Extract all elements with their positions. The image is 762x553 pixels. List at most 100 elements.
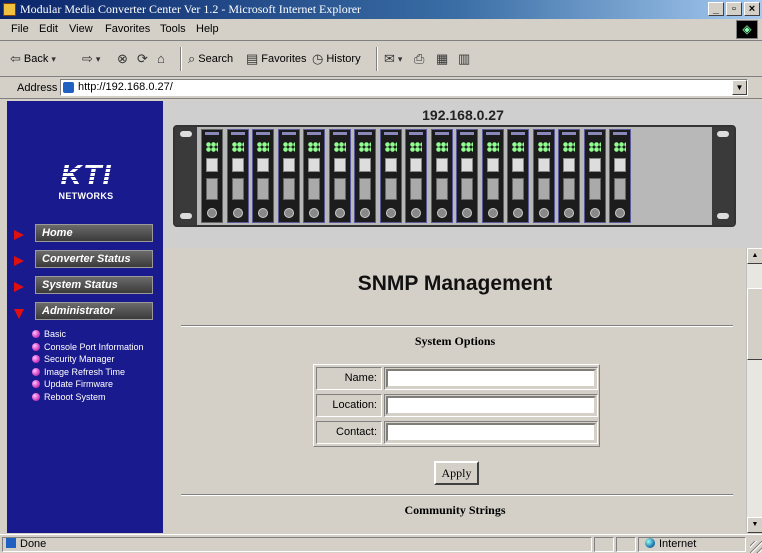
window-title-bar: Modular Media Converter Center Ver 1.2 -… [0, 0, 762, 19]
converter-card[interactable] [226, 129, 249, 223]
name-label: Name: [316, 367, 382, 390]
standard-toolbar: ⇦ Back ▾ ⇨ ▾ ⊗ ⟳ ⌂ ⌕ Search ▤ Favorites … [0, 41, 762, 77]
stop-button[interactable]: ⊗ [117, 51, 128, 67]
toolbar-separator [376, 47, 378, 71]
back-button[interactable]: ⇦ Back ▾ [10, 51, 56, 67]
converter-card[interactable] [277, 129, 300, 223]
converter-card[interactable] [481, 129, 504, 223]
resize-grip[interactable] [750, 541, 762, 553]
history-icon: ◷ [312, 51, 324, 66]
forward-button[interactable]: ⇨ ▾ [82, 51, 100, 67]
zone-panel: Internet [638, 537, 746, 552]
menu-help[interactable]: Help [196, 23, 219, 35]
admin-link-label: Console Port Information [44, 341, 144, 352]
converter-card[interactable] [354, 129, 376, 223]
bullet-icon [32, 330, 40, 339]
converter-chassis-image[interactable] [173, 125, 736, 227]
converter-card[interactable] [532, 129, 555, 223]
converter-card[interactable] [303, 129, 325, 223]
apply-button[interactable]: Apply [434, 461, 479, 485]
converter-card[interactable] [583, 129, 606, 223]
kti-logo: KTI NETWORKS [55, 161, 117, 202]
nav-home-label: Home [35, 224, 153, 242]
page-title: SNMP Management [357, 272, 553, 295]
status-panel-empty [594, 537, 614, 552]
device-panel: 192.168.0.27 [163, 101, 762, 249]
zone-label: Internet [659, 538, 697, 550]
nav-converter-status[interactable]: Converter Status [14, 250, 160, 270]
admin-link-label: Security Manager [44, 354, 115, 365]
admin-link-image-refresh[interactable]: Image Refresh Time [32, 366, 144, 379]
print-button[interactable]: ⎙ [414, 51, 424, 67]
print-icon: ⎙ [414, 51, 425, 66]
contact-field[interactable] [386, 423, 596, 442]
menu-view[interactable]: View [69, 23, 93, 35]
edit-button[interactable]: ▦ [436, 51, 448, 67]
community-strings-title: Community Strings [404, 503, 506, 517]
menu-file[interactable]: File [11, 23, 29, 35]
admin-link-basic[interactable]: Basic [32, 328, 144, 341]
arrow-right-icon [14, 282, 24, 292]
favorites-label: Favorites [261, 53, 307, 65]
menu-tools[interactable]: Tools [160, 23, 186, 35]
back-dropdown-icon: ▾ [51, 53, 56, 64]
mail-dropdown-icon: ▾ [397, 53, 403, 64]
admin-link-console-port[interactable]: Console Port Information [32, 341, 144, 354]
menu-edit[interactable]: Edit [39, 23, 58, 35]
converter-card[interactable] [507, 129, 529, 223]
mail-button[interactable]: ✉ ▾ [384, 51, 402, 67]
status-bar: Done Internet [0, 534, 762, 553]
converter-card[interactable] [456, 129, 478, 223]
discuss-button[interactable]: ▥ [458, 51, 470, 67]
scroll-down-button[interactable]: ▼ [747, 517, 762, 533]
admin-link-reboot[interactable]: Reboot System [32, 391, 144, 404]
address-bar: Address http://192.168.0.27/ ▼ [0, 77, 762, 99]
admin-link-security-manager[interactable]: Security Manager [32, 353, 144, 366]
address-dropdown-button[interactable]: ▼ [732, 80, 747, 95]
address-input[interactable]: http://192.168.0.27/ ▼ [60, 79, 748, 96]
scroll-up-button[interactable]: ▲ [747, 248, 762, 264]
internet-zone-icon [645, 538, 655, 548]
converter-card[interactable] [379, 129, 402, 223]
history-button[interactable]: ◷ History [312, 51, 361, 67]
divider [181, 325, 733, 327]
ie-app-icon [3, 3, 16, 16]
nav-system-status[interactable]: System Status [14, 276, 160, 296]
location-field[interactable] [386, 396, 596, 415]
menu-bar: File Edit View Favorites Tools Help ◈ [0, 19, 762, 41]
converter-card[interactable] [405, 129, 427, 223]
arrow-right-icon [14, 230, 24, 240]
refresh-button[interactable]: ⟳ [137, 51, 148, 67]
management-card[interactable] [201, 129, 223, 223]
search-label: Search [198, 53, 234, 65]
converter-card[interactable] [328, 129, 351, 223]
favorites-icon: ▤ [246, 51, 259, 66]
scroll-thumb[interactable] [747, 288, 762, 360]
close-button[interactable]: × [744, 2, 760, 16]
name-field[interactable] [386, 369, 596, 388]
status-panel-empty [616, 537, 636, 552]
converter-card[interactable] [252, 129, 274, 223]
minimize-button[interactable]: _ [708, 2, 724, 16]
discuss-icon: ▥ [458, 51, 471, 66]
menu-favorites[interactable]: Favorites [105, 23, 150, 35]
maximize-button[interactable]: ▫ [726, 2, 742, 16]
chassis-ear-right [712, 127, 734, 225]
stop-icon: ⊗ [117, 51, 128, 66]
converter-card[interactable] [558, 129, 580, 223]
arrow-right-icon [14, 256, 24, 266]
history-label: History [326, 53, 361, 65]
admin-submenu: Basic Console Port Information Security … [32, 328, 144, 403]
favorites-button[interactable]: ▤ Favorites [246, 51, 307, 67]
search-button[interactable]: ⌕ Search [188, 51, 233, 67]
vertical-scrollbar[interactable]: ▲ ▼ [746, 248, 762, 533]
browser-content: KTI NETWORKS Home Converter Status Syste… [7, 101, 762, 533]
home-button[interactable]: ⌂ [157, 51, 165, 66]
admin-link-label: Reboot System [44, 391, 106, 402]
admin-link-update-firmware[interactable]: Update Firmware [32, 378, 144, 391]
admin-link-label: Basic [44, 329, 67, 340]
converter-card[interactable] [609, 129, 631, 223]
nav-home[interactable]: Home [14, 224, 160, 244]
nav-administrator[interactable]: Administrator [14, 302, 160, 322]
converter-card[interactable] [430, 129, 453, 223]
